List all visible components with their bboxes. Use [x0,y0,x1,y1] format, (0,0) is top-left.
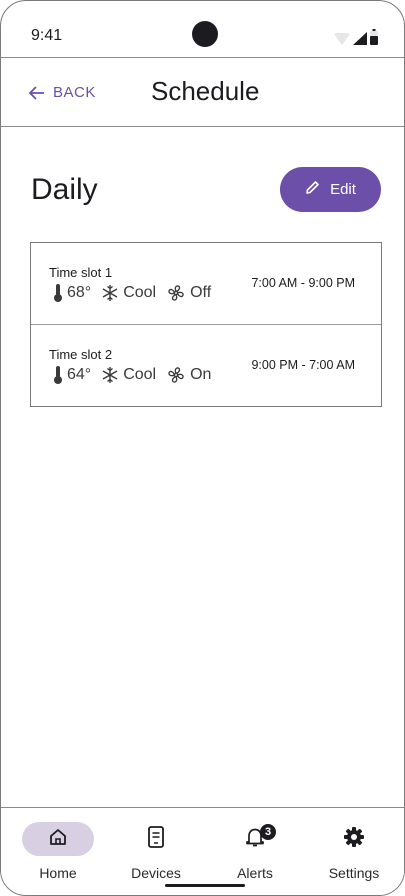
alerts-badge: 3 [260,824,276,840]
bottom-navigation: Home Devices 3 Alerts Settings [1,807,404,895]
slot-name: Time slot 1 [49,265,113,280]
thermometer-icon [53,283,63,303]
time-slot[interactable]: Time slot 1 68° Cool Off 7:00 AM - 9:00 … [31,243,381,324]
edit-label: Edit [330,181,356,198]
slot-name: Time slot 2 [49,347,113,362]
slot-temperature: 64° [67,366,92,383]
status-bar: 9:41 [1,1,404,57]
app-header: BACK Schedule [1,57,404,127]
nav-item-settings[interactable]: Settings [304,808,404,895]
edit-button[interactable]: Edit [280,167,381,212]
nav-item-devices[interactable]: Devices [106,808,206,895]
slot-fan: Off [190,284,212,301]
slot-temperature: 68° [67,284,92,301]
gear-icon [343,826,365,853]
fan-icon [166,366,186,384]
nav-label-home: Home [39,865,77,881]
nav-icon-indicator [318,822,390,856]
nav-icon-indicator: 3 [219,822,291,856]
slot-fan: On [190,366,212,383]
nav-icon-indicator [22,822,94,856]
back-label: BACK [53,84,96,101]
section-title: Daily [31,173,98,206]
slot-mode: Cool [123,284,157,301]
wifi-icon [334,32,350,50]
camera-cutout [192,21,218,47]
home-icon [49,828,67,851]
status-icons [334,29,378,50]
back-button[interactable]: BACK [29,84,96,101]
device-icon [148,825,164,853]
arrow-left-icon [29,85,45,100]
slot-time-range: 7:00 AM - 9:00 PM [251,276,355,290]
nav-icon-indicator [120,822,192,856]
pencil-icon [305,180,320,199]
nav-item-home[interactable]: Home [8,808,108,895]
battery-icon [370,29,378,50]
slot-details: 68° Cool Off [53,283,221,303]
nav-label-devices: Devices [131,865,181,881]
home-indicator [165,884,245,887]
cell-signal-icon [353,32,367,50]
slot-mode: Cool [123,366,157,383]
nav-label-settings: Settings [328,865,380,881]
snowflake-icon [101,366,119,384]
fan-icon [166,284,186,302]
snowflake-icon [101,284,119,302]
status-time: 9:41 [31,27,63,44]
time-slot-list: Time slot 1 68° Cool Off 7:00 AM - 9:00 … [30,242,382,407]
device-frame: 9:41 BACK Schedule Daily Edit Time slot … [0,0,405,896]
nav-item-alerts[interactable]: 3 Alerts [205,808,305,895]
slot-time-range: 9:00 PM - 7:00 AM [251,358,355,372]
nav-label-alerts: Alerts [237,865,273,881]
thermometer-icon [53,365,63,385]
page-title: Schedule [151,76,260,106]
time-slot[interactable]: Time slot 2 64° Cool On 9:00 PM - 7:00 A… [31,324,381,405]
slot-details: 64° Cool On [53,365,221,385]
